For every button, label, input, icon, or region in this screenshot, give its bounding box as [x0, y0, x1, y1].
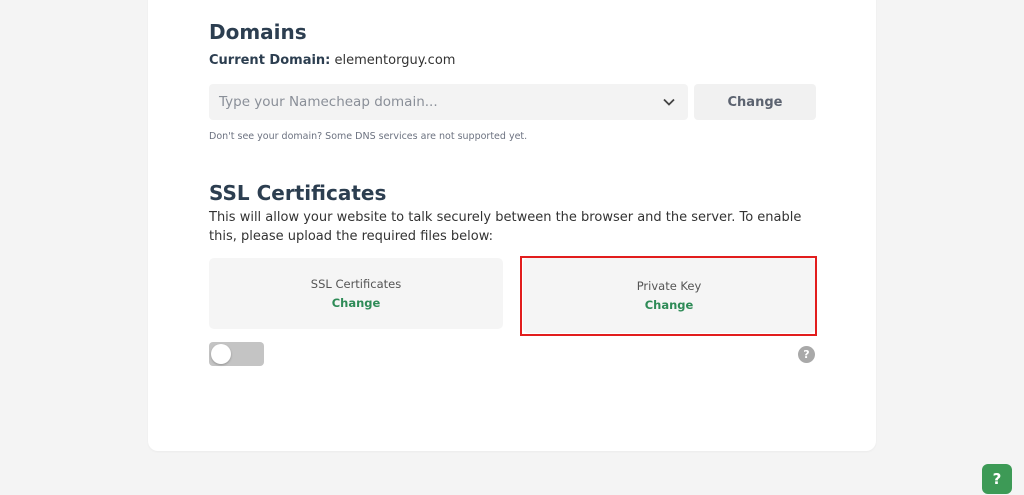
ssl-title: SSL Certificates — [209, 181, 387, 205]
chevron-down-icon — [662, 95, 676, 109]
ssl-description: This will allow your website to talk sec… — [209, 210, 802, 244]
help-button[interactable]: ? — [982, 464, 1012, 494]
current-domain-label: Current Domain: — [209, 53, 331, 68]
ssl-certificate-label: SSL Certificates — [310, 277, 402, 291]
domain-select[interactable]: Type your Namecheap domain... — [209, 84, 688, 120]
current-domain-value: elementorguy.com — [334, 53, 456, 68]
private-key-label: Private Key — [636, 279, 702, 293]
domains-title: Domains — [209, 20, 307, 44]
private-key-change-link[interactable]: Change — [645, 298, 694, 312]
private-key-upload[interactable]: Private Key Change — [523, 258, 815, 333]
change-domain-button[interactable]: Change — [694, 84, 816, 120]
toggle-knob — [211, 344, 231, 364]
domain-hint: Don't see your domain? Some DNS services… — [209, 131, 528, 142]
help-icon[interactable]: ? — [798, 346, 815, 363]
ssl-toggle[interactable] — [209, 342, 264, 366]
ssl-certificate-upload[interactable]: SSL Certificates Change — [209, 258, 503, 329]
ssl-certificate-change-link[interactable]: Change — [332, 296, 381, 310]
domain-select-placeholder: Type your Namecheap domain... — [219, 94, 438, 110]
current-domain: Current Domain: elementorguy.com — [209, 53, 455, 68]
